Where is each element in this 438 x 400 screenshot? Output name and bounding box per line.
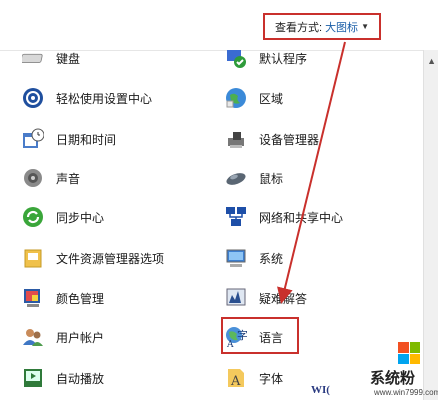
item-date-time[interactable]: 日期和时间 [22,125,116,153]
item-system[interactable]: 系统 [225,244,283,272]
item-region[interactable]: 区域 [225,84,283,112]
item-default-programs[interactable]: 默认程序 [225,50,307,72]
partial-watermark-text: WI( [311,384,330,396]
windows-logo-icon [398,342,420,364]
sound-icon [22,167,44,189]
view-by-value[interactable]: 大图标 [325,19,358,35]
item-label: 系统 [259,251,284,266]
item-device-manager[interactable]: 设备管理器 [225,125,319,153]
mouse-icon [225,167,247,189]
item-sync-center[interactable]: 同步中心 [22,203,104,231]
item-fonts[interactable]: A 字体 [225,364,283,392]
item-color-management[interactable]: 颜色管理 [22,284,104,312]
svg-text:A: A [230,374,241,389]
fonts-icon: A [225,367,247,389]
language-highlight-box [221,317,299,354]
item-label: 默认程序 [259,51,308,66]
keyboard-icon [22,50,44,69]
user-accounts-icon [22,326,44,348]
item-user-accounts[interactable]: 用户帐户 [22,323,104,351]
ease-of-access-icon [22,87,44,109]
item-label: 疑难解答 [259,291,308,306]
sync-center-icon [22,206,44,228]
date-time-icon [22,128,44,150]
network-sharing-icon [225,206,247,228]
troubleshooting-icon [225,287,247,309]
device-manager-icon [225,128,247,150]
item-label: 键盘 [56,51,81,66]
item-label: 区域 [259,91,284,106]
item-keyboard[interactable]: 键盘 [22,50,80,72]
item-label: 文件资源管理器选项 [56,251,165,266]
view-by-label: 查看方式: [275,21,323,34]
item-label: 字体 [259,371,284,386]
item-network-sharing[interactable]: 网络和共享中心 [225,203,343,231]
item-sound[interactable]: 声音 [22,164,80,192]
color-management-icon [22,287,44,309]
item-label: 鼠标 [259,171,284,186]
item-label: 轻松使用设置中心 [56,91,153,106]
scroll-up-icon[interactable]: ▲ [427,56,436,66]
item-label: 自动播放 [56,371,105,386]
item-label: 声音 [56,171,81,186]
view-by-selector[interactable]: 查看方式: 大图标 ▼ [263,13,381,40]
item-label: 同步中心 [56,210,105,225]
region-icon [225,87,247,109]
item-label: 日期和时间 [56,132,117,147]
file-explorer-options-icon [22,247,44,269]
item-label: 网络和共享中心 [259,210,344,225]
watermark-logo: 系统粉 www.win7999.com [368,338,438,400]
default-programs-icon [225,50,247,69]
item-label: 用户帐户 [56,330,105,345]
item-label: 颜色管理 [56,291,105,306]
item-label: 设备管理器 [259,132,320,147]
watermark-url: www.win7999.com [374,388,438,397]
item-autoplay[interactable]: 自动播放 [22,364,104,392]
item-file-explorer-options[interactable]: 文件资源管理器选项 [22,244,164,272]
item-troubleshooting[interactable]: 疑难解答 [225,284,307,312]
control-panel-items: 键盘 默认程序 轻松使用设置中心 区域 日期和时间 设备管理器 声音 鼠标 同步… [0,50,424,400]
item-mouse[interactable]: 鼠标 [225,164,283,192]
item-ease-of-access[interactable]: 轻松使用设置中心 [22,84,152,112]
system-icon [225,247,247,269]
chevron-down-icon[interactable]: ▼ [361,22,369,31]
autoplay-icon [22,367,44,389]
watermark-title: 系统粉 [370,370,416,387]
toolbar: 查看方式: 大图标 ▼ [0,0,438,51]
